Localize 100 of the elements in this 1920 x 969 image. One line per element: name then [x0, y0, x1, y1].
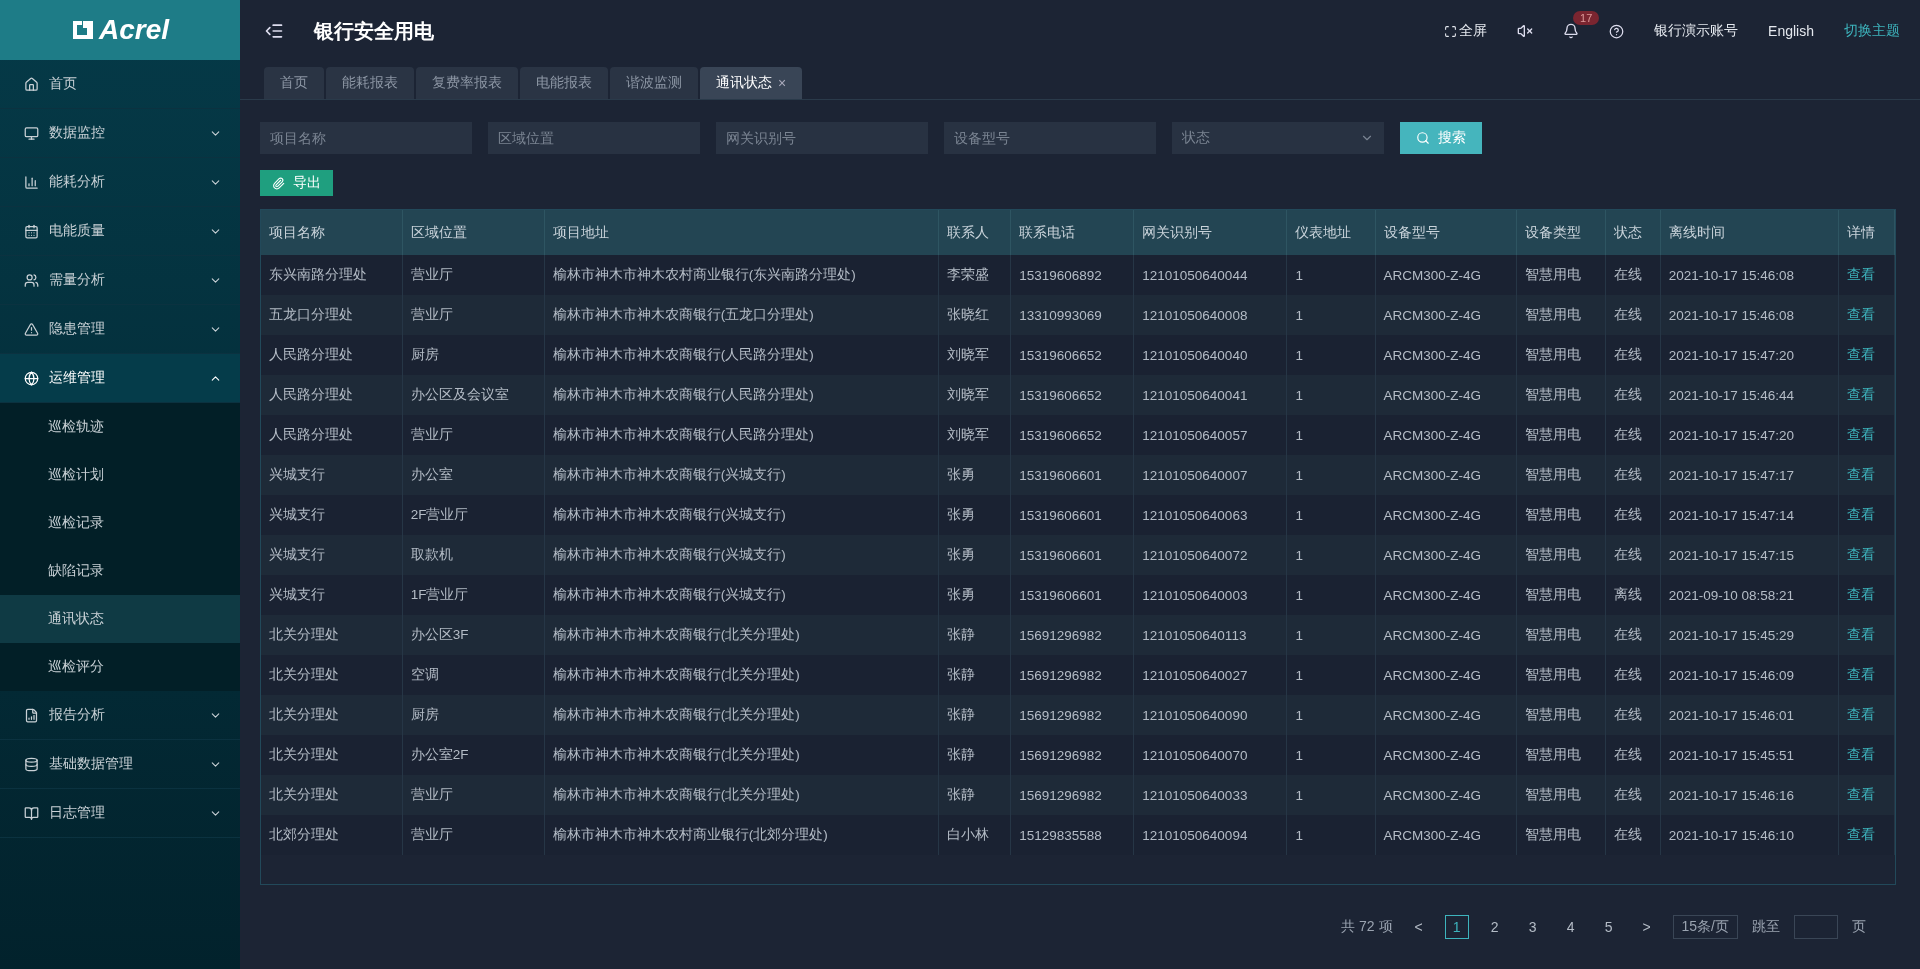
page-button[interactable]: 1 [1444, 915, 1469, 939]
column-header: 离线时间 [1660, 210, 1839, 255]
sidebar-item[interactable]: 数据监控 [0, 109, 240, 158]
column-header: 详情 [1838, 210, 1895, 255]
column-header: 网关识别号 [1133, 210, 1287, 255]
sidebar-label: 需量分析 [49, 271, 106, 289]
table-cell: 营业厅 [402, 815, 545, 855]
column-header: 设备型号 [1375, 210, 1517, 255]
view-link[interactable]: 查看 [1846, 347, 1875, 362]
close-icon[interactable]: × [778, 75, 787, 91]
jump-suffix: 页 [1852, 918, 1866, 936]
bell-icon[interactable] [1563, 23, 1580, 39]
tab-label: 首页 [280, 74, 308, 92]
prev-page-button[interactable]: < [1406, 915, 1431, 939]
view-link[interactable]: 查看 [1846, 747, 1875, 762]
menu-collapse-icon[interactable] [264, 21, 284, 41]
table-cell: 北郊分理处 [261, 815, 403, 855]
table-cell: 1 [1286, 815, 1375, 855]
sidebar-subitem[interactable]: 巡检轨迹 [0, 403, 240, 451]
notification-badge: 17 [1573, 11, 1600, 25]
book-icon [24, 805, 39, 821]
sidebar-subitem[interactable]: 巡检评分 [0, 643, 240, 691]
page-button[interactable]: 2 [1482, 915, 1507, 939]
bar-chart-icon [24, 174, 39, 190]
paperclip-icon [272, 176, 285, 190]
sidebar-item[interactable]: 首页 [0, 60, 240, 109]
column-header: 仪表地址 [1286, 210, 1375, 255]
page-size-select[interactable]: 15条/页 [1672, 915, 1738, 939]
view-link[interactable]: 查看 [1846, 387, 1875, 402]
sidebar-label: 日志管理 [49, 804, 106, 822]
sidebar-subitem[interactable]: 巡检记录 [0, 499, 240, 547]
database-icon [24, 756, 39, 772]
warning-icon [24, 321, 39, 337]
tab[interactable]: 复费率报表 [416, 67, 518, 99]
sidebar-subitem[interactable]: 通讯状态 [0, 595, 240, 643]
next-page-button[interactable]: > [1634, 915, 1659, 939]
calendar-icon [24, 223, 39, 239]
tab-label: 通讯状态 [716, 74, 772, 92]
filter-field[interactable]: 区域位置 [488, 122, 700, 154]
filter-field[interactable]: 项目名称 [260, 122, 472, 154]
sidebar-label: 能耗分析 [49, 173, 106, 191]
tab[interactable]: 谐波监测 [610, 67, 698, 99]
tab[interactable]: 通讯状态 × [700, 67, 803, 99]
sidebar-label: 报告分析 [49, 706, 106, 724]
table-cell: 智慧用电 [1516, 815, 1606, 855]
sidebar-item[interactable]: 电能质量 [0, 207, 240, 256]
sidebar-item[interactable]: 日志管理 [0, 789, 240, 838]
view-link[interactable]: 查看 [1846, 427, 1875, 442]
view-link[interactable]: 查看 [1846, 627, 1875, 642]
sidebar-label: 首页 [49, 75, 78, 93]
column-header: 联系电话 [1010, 210, 1134, 255]
help-icon[interactable] [1609, 23, 1625, 39]
view-link[interactable]: 查看 [1846, 547, 1875, 562]
tab-label: 复费率报表 [432, 74, 502, 92]
view-link[interactable]: 查看 [1846, 587, 1875, 602]
column-header: 区域位置 [402, 210, 545, 255]
sidebar-label: 电能质量 [49, 222, 106, 240]
theme-switch-link[interactable]: 切换主题 [1844, 22, 1900, 40]
filter-field[interactable]: 设备型号 [944, 122, 1156, 154]
view-link[interactable]: 查看 [1846, 707, 1875, 722]
page-button[interactable]: 3 [1520, 915, 1545, 939]
language-link[interactable]: English [1768, 23, 1814, 39]
column-header: 设备类型 [1516, 210, 1606, 255]
view-link[interactable]: 查看 [1846, 507, 1875, 522]
sidebar-subitem[interactable]: 缺陷记录 [0, 547, 240, 595]
filter-field[interactable]: 网关识别号 [716, 122, 928, 154]
page-title: 银行安全用电 [314, 18, 435, 44]
view-link[interactable]: 查看 [1846, 267, 1875, 282]
table-cell: ARCM300-Z-4G [1375, 815, 1517, 855]
table-cell: 15129835588 [1010, 815, 1134, 855]
tab[interactable]: 电能报表 [520, 67, 608, 99]
column-header: 项目地址 [544, 210, 939, 255]
logo-icon [70, 19, 95, 41]
status-select[interactable]: 状态 [1172, 122, 1384, 154]
sidebar-label: 隐患管理 [49, 320, 106, 338]
report-icon [24, 707, 39, 723]
view-link[interactable]: 查看 [1846, 667, 1875, 682]
sidebar-subitem[interactable]: 巡检计划 [0, 451, 240, 499]
page-button[interactable]: 4 [1558, 915, 1583, 939]
sidebar-item[interactable]: 能耗分析 [0, 158, 240, 207]
column-header: 状态 [1605, 210, 1661, 255]
view-link[interactable]: 查看 [1846, 467, 1875, 482]
sidebar-item[interactable]: 报告分析 [0, 691, 240, 740]
tab[interactable]: 能耗报表 [326, 67, 414, 99]
sidebar-item[interactable]: 运维管理 [0, 354, 240, 403]
tab[interactable]: 首页 [264, 67, 324, 99]
page-button[interactable]: 5 [1596, 915, 1621, 939]
jump-field[interactable] [1794, 915, 1838, 939]
account-name[interactable]: 银行演示账号 [1654, 22, 1739, 40]
view-link[interactable]: 查看 [1846, 787, 1875, 802]
column-header: 项目名称 [261, 210, 403, 255]
logo-text: Acrel [98, 14, 169, 46]
sidebar-label: 基础数据管理 [49, 755, 134, 773]
mute-icon[interactable] [1517, 23, 1534, 39]
table-cell: 在线 [1605, 815, 1661, 855]
sidebar-item[interactable]: 需量分析 [0, 256, 240, 305]
view-link[interactable]: 查看 [1846, 307, 1875, 322]
view-link[interactable]: 查看 [1846, 827, 1875, 842]
fullscreen-button[interactable]: 全屏 [1444, 22, 1488, 40]
sidebar-item[interactable]: 基础数据管理 [0, 740, 240, 789]
